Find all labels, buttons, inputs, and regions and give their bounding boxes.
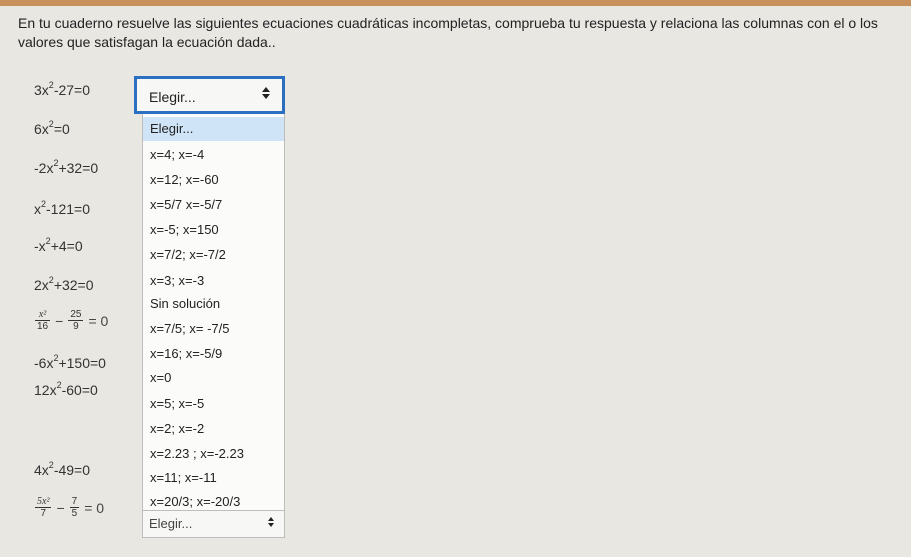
dropdown-option[interactable]: Elegir... [143,117,284,141]
dropdown-list: Elegir... x=4; x=-4 x=12; x=-60 x=5/7 x=… [142,114,285,512]
dropdown-option[interactable]: x=7/5; x= -7/5 [143,317,284,341]
equation-9: 12x2-60=0 [34,380,98,398]
fraction: 25 9 [68,309,84,332]
fraction: x² 16 [35,309,51,332]
top-bar [0,0,911,6]
equation-3: -2x2+32=0 [34,158,99,176]
dropdown-option[interactable]: x=3; x=-3 [143,269,284,293]
dropdown-option[interactable]: x=5; x=-5 [143,392,284,416]
answer-select-last[interactable]: Elegir... [142,510,285,538]
fraction: 75 [69,496,80,519]
dropdown-option[interactable]: x=4; x=-4 [143,143,284,167]
dropdown-option[interactable]: x=16; x=-5/9 [143,342,284,366]
answer-select[interactable]: Elegir... [134,76,285,114]
select-value: Elegir... [149,516,193,531]
dropdown-option[interactable]: Sin solución [143,292,284,316]
equation-11: 5x² 7−7 5 = 0 [35,496,105,519]
dropdown-option[interactable]: x=-5; x=150 [143,218,284,242]
dropdown-option[interactable]: x=12; x=-60 [143,168,284,192]
select-arrows-icon [268,517,278,531]
select-value: Elegir... [149,89,196,105]
equation-2: 6x2=0 [34,119,70,137]
dropdown-option[interactable]: x=5/7 x=-5/7 [143,193,284,217]
dropdown-option[interactable]: x=7/2; x=-7/2 [143,243,284,267]
dropdown-option[interactable]: x=0 [143,366,284,390]
equation-4: x2-121=0 [34,199,90,217]
dropdown-option[interactable]: x=11; x=-11 [143,466,284,490]
equation-6: 2x2+32=0 [34,275,94,293]
instructions-text: En tu cuaderno resuelve las siguientes e… [18,15,878,50]
equation-1: 3x2-27=0 [34,80,91,98]
select-arrows-icon [262,87,272,107]
equation-8: -6x2+150=0 [34,353,106,371]
fraction: 5x² 7 [35,496,52,519]
equation-7: x² 16−25 9 = 0 [35,309,109,332]
dropdown-option[interactable]: x=2.23 ; x=-2.23 [143,442,284,466]
dropdown-option[interactable]: x=2; x=-2 [143,417,284,441]
equation-5: -x2+4=0 [34,236,83,254]
equation-10: 4x2-49=0 [34,460,91,478]
